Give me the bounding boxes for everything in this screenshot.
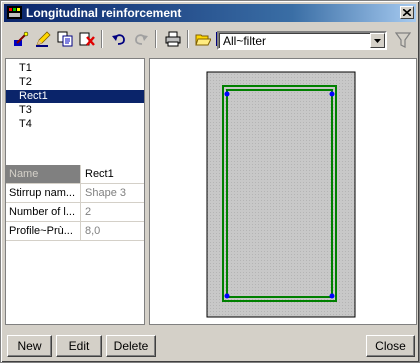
property-value[interactable]: Rect1 xyxy=(82,165,144,183)
delete-button[interactable]: Delete xyxy=(106,335,156,357)
undo-button[interactable] xyxy=(109,28,129,50)
undo-icon xyxy=(112,34,125,45)
print-icon xyxy=(165,31,181,47)
copy-button[interactable] xyxy=(55,28,75,50)
toolbar-separator xyxy=(187,30,189,48)
section-preview xyxy=(149,58,417,325)
filter-button[interactable] xyxy=(393,29,413,51)
delete-icon xyxy=(79,32,95,46)
property-name: Profile~Prù... xyxy=(6,222,81,240)
rebar xyxy=(224,293,230,299)
rebar xyxy=(224,91,230,97)
print-button[interactable] xyxy=(163,28,183,50)
filter-select-value: All~filter xyxy=(223,34,267,48)
property-value[interactable]: 8,0 xyxy=(82,222,144,240)
property-value[interactable]: 2 xyxy=(82,203,144,221)
filter-dropdown-button[interactable] xyxy=(370,33,385,48)
property-row[interactable]: Profile~Prù... 8,0 xyxy=(6,222,144,241)
app-icon xyxy=(7,6,22,19)
redo-button[interactable] xyxy=(131,28,151,50)
tree-item[interactable]: T3 xyxy=(6,104,144,117)
tree-item-label: Rect1 xyxy=(19,90,48,102)
open-folder-icon xyxy=(195,34,211,46)
element-tree: T1 T2 Rect1 T3 T4 xyxy=(6,59,144,159)
toolbar-separator xyxy=(101,30,103,48)
rebar xyxy=(329,293,335,299)
property-name: Stirrup nam... xyxy=(6,184,81,202)
redo-icon xyxy=(135,34,148,45)
tree-item[interactable]: T4 xyxy=(6,118,144,131)
toolbar: All~filter xyxy=(5,28,417,54)
tree-item-label: T4 xyxy=(19,118,32,130)
edit-pencil-icon xyxy=(36,31,51,47)
property-row[interactable]: Number of l... 2 xyxy=(6,203,144,222)
property-name: Number of l... xyxy=(6,203,81,221)
open-button[interactable] xyxy=(193,28,213,50)
funnel-icon xyxy=(395,32,411,48)
tree-item-label: T2 xyxy=(19,76,32,88)
rebar xyxy=(329,91,335,97)
bar-insert-icon xyxy=(14,31,29,46)
copy-icon xyxy=(57,31,73,47)
bar-insert-button[interactable] xyxy=(11,28,31,50)
button-bar: New Edit Delete Close xyxy=(5,335,417,358)
element-panel: T1 T2 Rect1 T3 T4 Name Rect1 Stirrup nam... Sha… xyxy=(5,58,145,325)
filter-select[interactable]: All~filter xyxy=(217,31,387,50)
property-row[interactable]: Stirrup nam... Shape 3 xyxy=(6,184,144,203)
close-button[interactable]: Close xyxy=(366,335,415,357)
dialog-window: Longitudinal reinforcement All~filter T1… xyxy=(0,0,420,363)
title-bar: Longitudinal reinforcement xyxy=(4,4,416,22)
tree-item[interactable]: T2 xyxy=(6,76,144,89)
edit-button[interactable]: Edit xyxy=(56,335,102,357)
tree-item[interactable]: T1 xyxy=(6,62,144,75)
new-button[interactable]: New xyxy=(7,335,52,357)
tree-item-label: T3 xyxy=(19,104,32,116)
close-icon xyxy=(403,9,411,16)
chevron-down-icon xyxy=(374,39,381,43)
tree-item-label: T1 xyxy=(19,62,32,74)
property-value[interactable]: Shape 3 xyxy=(82,184,144,202)
section-drawing xyxy=(206,71,356,318)
close-window-button[interactable] xyxy=(400,6,414,19)
property-row[interactable]: Name Rect1 xyxy=(6,165,144,184)
delete-button[interactable] xyxy=(77,28,97,50)
window-title: Longitudinal reinforcement xyxy=(26,6,182,20)
property-name: Name xyxy=(6,165,81,183)
edit-tool-button[interactable] xyxy=(33,28,53,50)
toolbar-separator xyxy=(155,30,157,48)
tree-item[interactable]: Rect1 xyxy=(6,90,144,103)
